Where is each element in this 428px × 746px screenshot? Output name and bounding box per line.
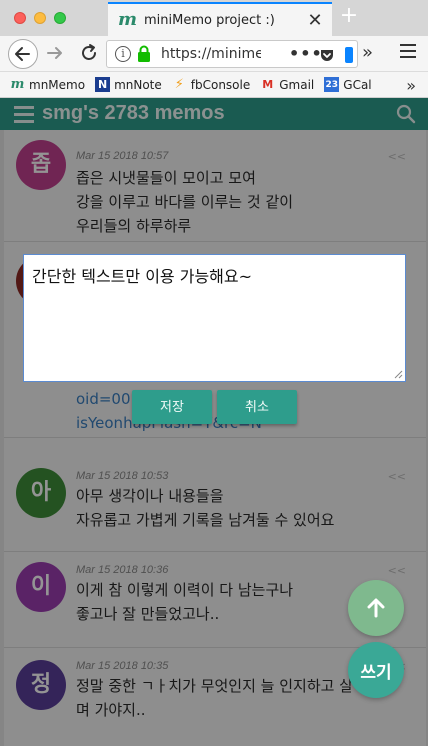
url-text[interactable]: https://minime xyxy=(161,46,261,62)
memo-input[interactable]: 간단한 텍스트만 이용 가능해요~ xyxy=(24,255,405,381)
bookmark-label: mnNote xyxy=(114,77,162,92)
tab-minimemo[interactable]: m miniMemo project :) ✕ xyxy=(108,2,332,36)
lock-icon xyxy=(138,45,150,62)
close-window-button[interactable] xyxy=(14,12,26,24)
url-bar[interactable]: i https://minime ••• xyxy=(106,40,358,68)
minimize-window-button[interactable] xyxy=(34,12,46,24)
reload-button[interactable] xyxy=(78,42,100,64)
back-button[interactable] xyxy=(8,39,38,69)
new-tab-button[interactable]: + xyxy=(336,4,362,30)
tab-bar: m miniMemo project :) ✕ + xyxy=(0,0,428,36)
minimemo-favicon-icon: m xyxy=(118,9,138,30)
maximize-window-button[interactable] xyxy=(54,12,66,24)
back-arrow-icon xyxy=(15,47,30,61)
bookmark-gmail[interactable]: M Gmail xyxy=(260,77,314,92)
extension-icon[interactable] xyxy=(345,47,353,63)
bookmark-mnmemo[interactable]: m mnMemo xyxy=(10,77,85,92)
scroll-top-button[interactable] xyxy=(348,580,404,636)
firebase-favicon-icon: ⚡ xyxy=(174,77,184,92)
forward-button[interactable] xyxy=(44,42,66,64)
resize-grip-icon[interactable] xyxy=(393,369,403,379)
gmail-favicon-icon: M xyxy=(262,78,274,91)
gcal-favicon-icon: 23 xyxy=(324,77,340,92)
mnnote-favicon-icon: N xyxy=(95,77,111,92)
save-button[interactable]: 저장 xyxy=(132,390,212,424)
close-tab-icon[interactable]: ✕ xyxy=(304,10,326,31)
bookmark-gcal[interactable]: 23 GCal xyxy=(324,77,372,92)
tab-title: miniMemo project :) xyxy=(144,12,275,28)
nav-bar: i https://minime ••• » xyxy=(0,36,428,72)
info-icon[interactable]: i xyxy=(115,46,131,62)
mnmemo-favicon-icon: m xyxy=(10,77,25,92)
reload-icon xyxy=(82,44,96,60)
hamburger-menu-icon[interactable] xyxy=(400,44,416,60)
bookmark-label: mnMemo xyxy=(29,77,86,92)
app-page: smg's 2783 memos 좁 Mar 15 2018 10:57 << … xyxy=(0,98,428,746)
forward-arrow-icon xyxy=(47,47,62,59)
write-button[interactable]: 쓰기 xyxy=(348,642,404,698)
page-actions-icon[interactable]: ••• xyxy=(289,44,323,63)
cancel-button[interactable]: 취소 xyxy=(217,390,297,424)
bookmarks-bar: m mnMemo N mnNote ⚡ fbConsole M Gmail 23… xyxy=(0,72,428,98)
bookmark-label: GCal xyxy=(343,77,372,92)
bookmarks-overflow-icon[interactable]: » xyxy=(406,76,416,95)
toolbar-overflow-icon[interactable]: » xyxy=(362,42,373,63)
arrow-up-icon xyxy=(367,598,385,618)
bookmark-mnnote[interactable]: N mnNote xyxy=(95,77,162,92)
bookmark-label: Gmail xyxy=(279,77,315,92)
bookmark-fbconsole[interactable]: ⚡ fbConsole xyxy=(172,77,251,92)
memo-editor: 간단한 텍스트만 이용 가능해요~ xyxy=(23,254,406,382)
bookmark-label: fbConsole xyxy=(190,77,251,92)
pocket-icon[interactable] xyxy=(319,47,335,63)
